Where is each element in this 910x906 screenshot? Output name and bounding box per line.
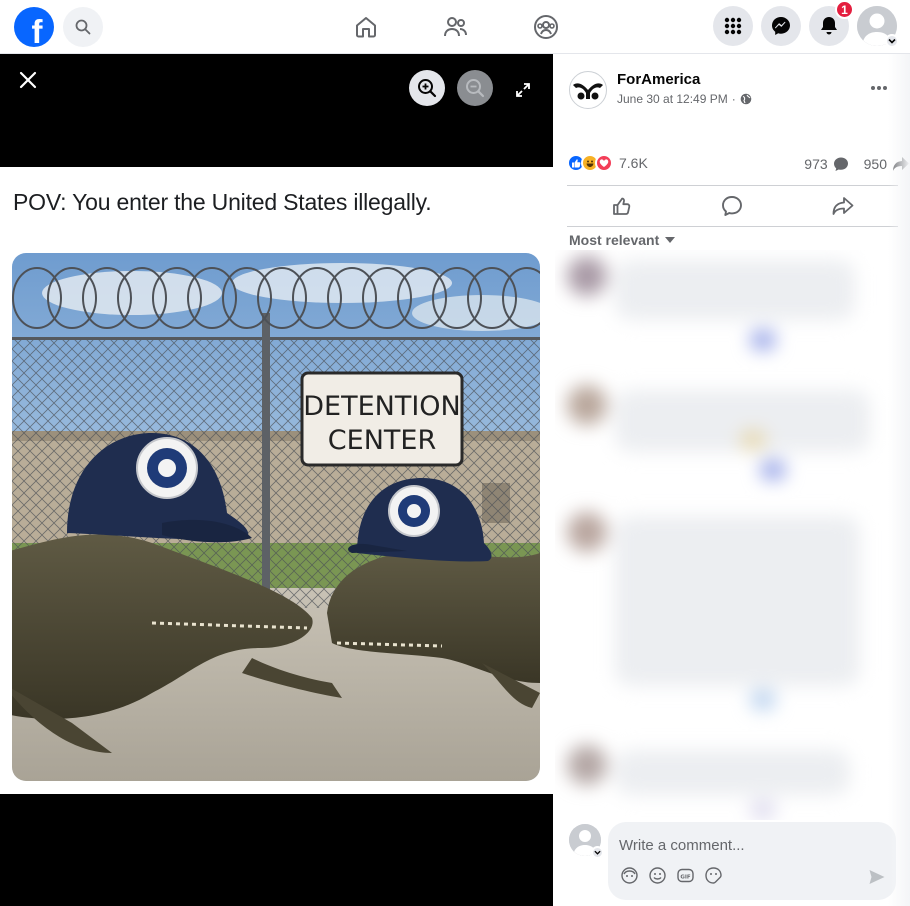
menu-button[interactable]: [713, 6, 753, 46]
avatar-sticker-button[interactable]: [620, 866, 638, 884]
chevron-down-icon: [594, 850, 601, 855]
chevron-down-icon: [888, 38, 896, 44]
zoom-in-button[interactable]: [409, 70, 445, 106]
post-caption: POV: You enter the United States illegal…: [13, 189, 432, 215]
share-button[interactable]: [788, 186, 898, 226]
comments-list[interactable]: [555, 250, 910, 820]
post-meta: June 30 at 12:49 PM ·: [617, 92, 752, 106]
comment-count[interactable]: 973: [804, 156, 827, 172]
messenger-button[interactable]: [761, 6, 801, 46]
photo-illustration: DETENTION CENTER: [12, 253, 540, 781]
close-icon: [19, 71, 37, 89]
thumbs-up-icon: [613, 197, 631, 215]
emoji-button[interactable]: [648, 866, 666, 884]
comment-sort-dropdown[interactable]: Most relevant: [569, 232, 676, 248]
comment-reaction: [760, 460, 786, 480]
comment-reaction: [750, 330, 776, 350]
comment-bubble: [615, 750, 850, 795]
search-icon: [75, 19, 91, 35]
zoom-out-button[interactable]: [457, 70, 493, 106]
sticker-icon: [704, 866, 722, 884]
comment-bubble-icon: [833, 157, 848, 171]
zoom-in-icon: [418, 79, 437, 98]
friends-icon: [444, 17, 467, 37]
sign-line-1: DETENTION: [303, 391, 461, 422]
gif-button[interactable]: GIF: [676, 866, 694, 884]
photo-viewer: POV: You enter the United States illegal…: [0, 54, 553, 906]
search-button[interactable]: [63, 7, 103, 47]
comment-input[interactable]: [619, 833, 869, 857]
groups-nav-button[interactable]: [526, 8, 566, 46]
page-name-link[interactable]: ForAmerica: [617, 71, 700, 88]
blurred-comments: [555, 250, 910, 820]
post-image-card: POV: You enter the United States illegal…: [0, 167, 553, 794]
globe-icon: [740, 93, 752, 105]
comment-icon: [722, 196, 743, 216]
comment-reaction: [740, 430, 766, 450]
page-avatar[interactable]: [569, 71, 607, 109]
like-button[interactable]: [567, 186, 677, 226]
share-count[interactable]: 950: [864, 156, 887, 172]
page-logo-icon: [573, 83, 603, 100]
avatar-sticker-icon: [620, 866, 638, 884]
comment-avatar: [567, 256, 607, 296]
comment-avatar: [567, 745, 607, 785]
sign-line-2: CENTER: [328, 425, 436, 456]
post-photo: DETENTION CENTER: [12, 253, 540, 781]
gif-icon: GIF: [676, 868, 694, 882]
bell-icon: [821, 17, 837, 35]
comment-reaction: [750, 800, 776, 820]
comment-bubble: [615, 260, 855, 320]
sort-label: Most relevant: [569, 232, 660, 248]
fullscreen-button[interactable]: [509, 76, 537, 104]
notification-badge: 1: [835, 0, 854, 19]
notifications-button[interactable]: 1: [809, 0, 854, 46]
post-action-row: [567, 186, 898, 226]
close-viewer-button[interactable]: [12, 64, 44, 96]
top-navigation-bar: f 1: [0, 0, 910, 54]
emoji-icon: [648, 866, 666, 884]
home-nav-button[interactable]: [346, 8, 386, 46]
composer-toolbar: GIF: [620, 866, 722, 884]
scrollbar-track[interactable]: [888, 54, 910, 906]
meta-separator: ·: [731, 92, 736, 106]
friends-nav-button[interactable]: [436, 8, 476, 46]
share-icon: [832, 197, 854, 215]
sticker-button[interactable]: [704, 866, 722, 884]
actions-divider: [567, 226, 898, 227]
account-chevron[interactable]: [885, 34, 899, 48]
caret-down-icon: [665, 237, 676, 243]
post-details-panel: ForAmerica June 30 at 12:49 PM · 7.6K 97…: [553, 54, 910, 906]
grid-menu-icon: [724, 17, 742, 35]
post-timestamp[interactable]: June 30 at 12:49 PM: [617, 92, 728, 106]
comment-bubble: [615, 516, 860, 686]
expand-icon: [516, 83, 530, 97]
svg-text:GIF: GIF: [680, 874, 691, 880]
comment-reaction: [750, 690, 776, 710]
send-icon[interactable]: [868, 868, 886, 886]
account-avatar-button[interactable]: [857, 6, 899, 48]
love-reaction-icon: [595, 154, 613, 172]
reaction-summary[interactable]: 7.6K: [567, 154, 648, 172]
facebook-logo[interactable]: f: [14, 7, 54, 47]
messenger-icon: [772, 17, 790, 35]
zoom-out-icon: [466, 79, 485, 98]
more-horizontal-icon: [871, 86, 887, 90]
reaction-count: 7.6K: [619, 155, 648, 171]
comment-button[interactable]: [677, 186, 787, 226]
composer-avatar[interactable]: [569, 824, 604, 859]
groups-icon: [534, 15, 558, 39]
comment-avatar: [567, 512, 607, 552]
comment-avatar: [567, 385, 607, 425]
home-icon: [356, 17, 376, 38]
facebook-logo-letter: f: [31, 13, 43, 47]
composer-avatar-chevron[interactable]: [591, 846, 604, 859]
comment-composer: GIF: [608, 822, 896, 900]
